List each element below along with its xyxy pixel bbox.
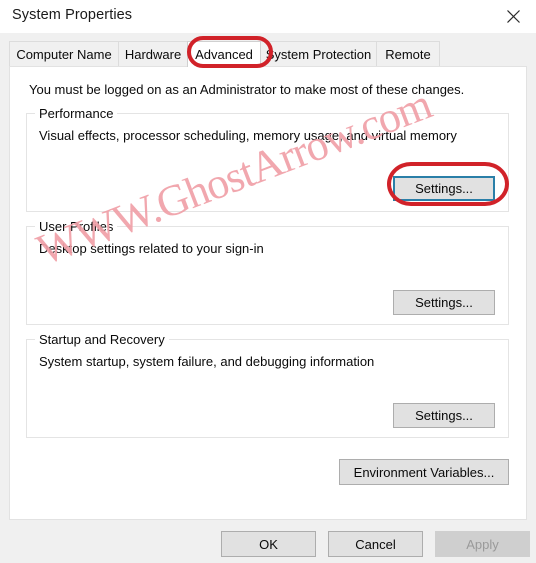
tab-label: Remote [385, 47, 431, 62]
tab-label: Hardware [124, 47, 182, 62]
user-profiles-settings-button[interactable]: Settings... [393, 290, 495, 315]
close-icon[interactable] [490, 0, 536, 32]
window-title: System Properties [12, 7, 133, 23]
tab-remote[interactable]: Remote [376, 41, 440, 67]
ok-button[interactable]: OK [221, 531, 316, 557]
tab-computer-name[interactable]: Computer Name [9, 41, 119, 67]
cancel-button[interactable]: Cancel [328, 531, 423, 557]
group-legend-startup-recovery: Startup and Recovery [35, 332, 169, 347]
titlebar: System Properties [0, 0, 536, 33]
group-description-performance: Visual effects, processor scheduling, me… [39, 128, 457, 143]
tab-advanced[interactable]: Advanced [187, 41, 261, 67]
admin-notice-text: You must be logged on as an Administrato… [29, 82, 465, 97]
startup-recovery-settings-button[interactable]: Settings... [393, 403, 495, 428]
apply-button: Apply [435, 531, 530, 557]
group-legend-user-profiles: User Profiles [35, 219, 118, 234]
tab-label: Advanced [195, 47, 253, 62]
environment-variables-button[interactable]: Environment Variables... [339, 459, 509, 485]
tab-label: System Protection [265, 47, 372, 62]
group-description-user-profiles: Desktop settings related to your sign-in [39, 241, 264, 256]
system-properties-dialog: System Properties Computer Name Hardware… [0, 0, 536, 563]
group-description-startup-recovery: System startup, system failure, and debu… [39, 354, 375, 369]
group-legend-performance: Performance [35, 106, 118, 121]
tab-system-protection[interactable]: System Protection [260, 41, 377, 67]
tab-hardware[interactable]: Hardware [118, 41, 188, 67]
performance-settings-button[interactable]: Settings... [393, 176, 495, 201]
tab-label: Computer Name [16, 47, 112, 62]
tab-strip: Computer Name Hardware Advanced System P… [9, 41, 527, 67]
